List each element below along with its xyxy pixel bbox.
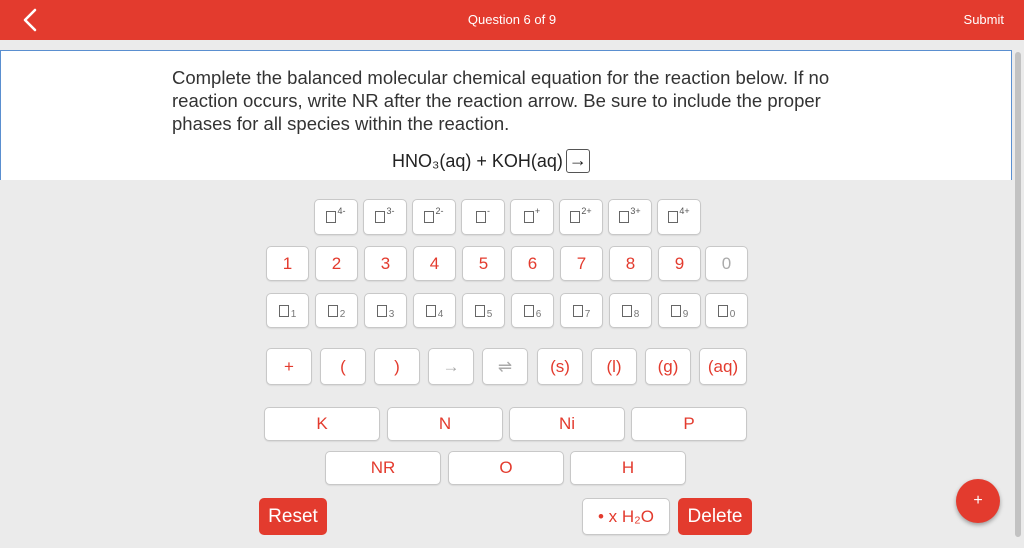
element-key-p[interactable]: P xyxy=(631,407,747,441)
phase-aqueous-key[interactable]: (aq) xyxy=(699,348,747,385)
reset-button[interactable]: Reset xyxy=(259,498,327,535)
scrollbar[interactable] xyxy=(1015,52,1021,537)
question-instruction: Complete the balanced molecular chemical… xyxy=(172,67,830,134)
placeholder-box-icon xyxy=(376,304,387,317)
charge-key-4-minus[interactable]: 4- xyxy=(314,199,358,235)
placeholder-box-icon xyxy=(375,211,386,223)
placeholder-box-icon xyxy=(621,304,632,317)
digit-key-2[interactable]: 2 xyxy=(315,246,358,281)
placeholder-box-icon xyxy=(572,304,583,317)
subscript-key-2[interactable]: 2 xyxy=(315,293,358,328)
reaction-equation: HNO₃(aq) + KOH(aq) → xyxy=(392,147,590,175)
subscript-key-0[interactable]: 0 xyxy=(705,293,748,328)
digit-key-3[interactable]: 3 xyxy=(364,246,407,281)
placeholder-box-icon xyxy=(278,304,289,317)
subscript-key-1[interactable]: 1 xyxy=(266,293,309,328)
element-key-k[interactable]: K xyxy=(264,407,380,441)
no-reaction-key[interactable]: NR xyxy=(325,451,441,485)
phase-solid-key[interactable]: (s) xyxy=(537,348,583,385)
placeholder-box-icon xyxy=(424,211,435,223)
subscript-key-8[interactable]: 8 xyxy=(609,293,652,328)
hydrate-button[interactable]: • x H₂O xyxy=(582,498,670,535)
charge-key-4-plus[interactable]: 4+ xyxy=(657,199,701,235)
placeholder-box-icon xyxy=(474,304,485,317)
answer-input-box[interactable]: → xyxy=(565,149,590,173)
submit-button[interactable]: Submit xyxy=(964,12,1004,27)
digit-key-5[interactable]: 5 xyxy=(462,246,505,281)
open-paren-key[interactable]: ( xyxy=(320,348,366,385)
add-button[interactable]: + xyxy=(956,479,1000,523)
placeholder-box-icon xyxy=(327,304,338,317)
reaction-arrow-key[interactable]: → xyxy=(428,348,474,385)
digit-key-0[interactable]: 0 xyxy=(705,246,748,281)
charge-key-plus[interactable]: + xyxy=(510,199,554,235)
equation-reactants: HNO₃(aq) + KOH(aq) xyxy=(392,150,563,171)
plus-key[interactable]: + xyxy=(266,348,312,385)
placeholder-box-icon xyxy=(668,211,679,223)
placeholder-box-icon xyxy=(670,304,681,317)
top-bar: Question 6 of 9 Submit xyxy=(0,0,1024,40)
element-key-ni[interactable]: Ni xyxy=(509,407,625,441)
digit-key-9[interactable]: 9 xyxy=(658,246,701,281)
subscript-key-5[interactable]: 5 xyxy=(462,293,505,328)
placeholder-box-icon xyxy=(523,211,534,223)
placeholder-box-icon xyxy=(476,211,486,223)
equilibrium-arrow-key[interactable]: ⇌ xyxy=(482,348,528,385)
subscript-key-3[interactable]: 3 xyxy=(364,293,407,328)
element-key-o[interactable]: O xyxy=(448,451,564,485)
digit-key-1[interactable]: 1 xyxy=(266,246,309,281)
close-paren-key[interactable]: ) xyxy=(374,348,420,385)
digit-key-4[interactable]: 4 xyxy=(413,246,456,281)
question-counter: Question 6 of 9 xyxy=(467,12,557,27)
delete-button[interactable]: Delete xyxy=(678,498,752,535)
digit-key-8[interactable]: 8 xyxy=(609,246,652,281)
charge-key-3-minus[interactable]: 3- xyxy=(363,199,407,235)
subscript-key-4[interactable]: 4 xyxy=(413,293,456,328)
placeholder-box-icon xyxy=(570,211,581,223)
element-key-n[interactable]: N xyxy=(387,407,503,441)
element-key-h[interactable]: H xyxy=(570,451,686,485)
placeholder-box-icon xyxy=(326,211,337,223)
digit-key-6[interactable]: 6 xyxy=(511,246,554,281)
placeholder-box-icon xyxy=(425,304,436,317)
subscript-key-9[interactable]: 9 xyxy=(658,293,701,328)
subscript-key-6[interactable]: 6 xyxy=(511,293,554,328)
subscript-key-7[interactable]: 7 xyxy=(560,293,603,328)
phase-liquid-key[interactable]: (l) xyxy=(591,348,637,385)
charge-key-minus[interactable]: - xyxy=(461,199,505,235)
charge-key-2-plus[interactable]: 2+ xyxy=(559,199,603,235)
digit-key-7[interactable]: 7 xyxy=(560,246,603,281)
placeholder-box-icon xyxy=(619,211,630,223)
charge-key-3-plus[interactable]: 3+ xyxy=(608,199,652,235)
phase-gas-key[interactable]: (g) xyxy=(645,348,691,385)
placeholder-box-icon xyxy=(523,304,534,317)
charge-key-2-minus[interactable]: 2- xyxy=(412,199,456,235)
placeholder-box-icon xyxy=(717,304,728,317)
